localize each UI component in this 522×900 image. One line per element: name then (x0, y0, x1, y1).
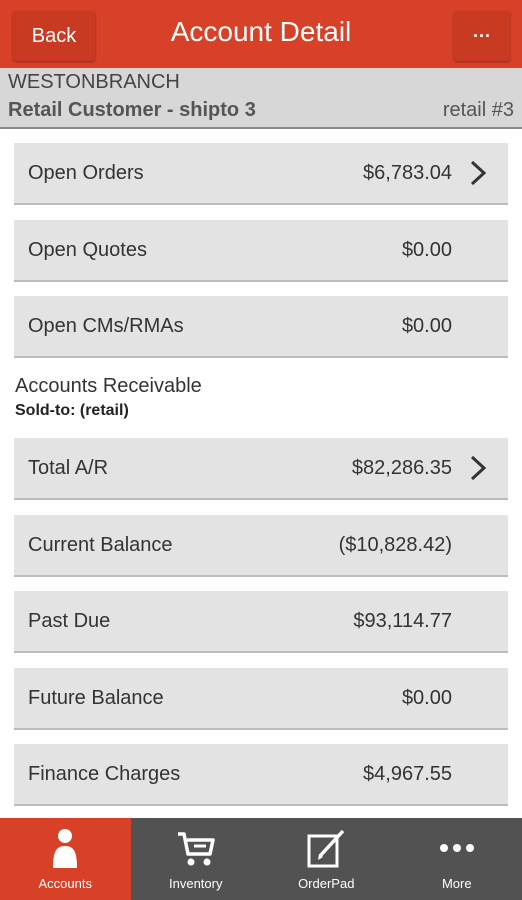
person-icon (53, 829, 78, 868)
row-total-ar[interactable]: Total A/R $82,286.35 (14, 438, 508, 500)
cart-icon (177, 832, 215, 866)
row-current-balance: Current Balance ($10,828.42) (14, 515, 508, 577)
row-label: Current Balance (28, 534, 173, 556)
more-dots-icon (439, 844, 474, 852)
row-value: $0.00 (401, 687, 452, 709)
row-open-orders[interactable]: Open Orders $6,783.04 (14, 143, 508, 205)
row-value: $6,783.04 (363, 162, 452, 184)
ar-section-title: Accounts Receivable (15, 375, 202, 397)
tab-label: OrderPad (298, 876, 355, 891)
row-value: $4,967.55 (363, 763, 452, 785)
chevron-right-icon (470, 455, 487, 481)
row-value: $93,114.77 (353, 610, 452, 632)
row-label: Past Due (28, 610, 111, 632)
row-label: Finance Charges (28, 763, 181, 785)
row-label: Total A/R (28, 457, 109, 479)
tab-more[interactable]: More (392, 818, 522, 900)
row-value: $0.00 (401, 315, 452, 337)
chevron-right-icon (470, 160, 487, 186)
tab-label: Inventory (169, 876, 223, 891)
tab-orderpad[interactable]: OrderPad (261, 818, 392, 900)
tab-accounts[interactable]: Accounts (0, 818, 131, 900)
row-label: Open CMs/RMAs (28, 315, 184, 337)
tab-label: More (441, 876, 472, 891)
row-label: Open Quotes (28, 239, 147, 261)
tab-inventory[interactable]: Inventory (131, 818, 262, 900)
row-past-due: Past Due $93,114.77 (14, 591, 508, 653)
bottom-tab-bar: Accounts Inventory OrderPad More (0, 818, 522, 900)
row-value: $82,286.35 (351, 457, 452, 479)
page-title: Account Detail (170, 16, 352, 47)
row-label: Future Balance (28, 687, 164, 709)
more-options-button[interactable]: ··· (454, 11, 510, 61)
branch-name: WESTONBRANCH (8, 71, 180, 93)
account-header: WESTONBRANCH Retail Customer - shipto 3 … (0, 68, 522, 129)
row-value: $0.00 (401, 239, 452, 261)
row-future-balance: Future Balance $0.00 (14, 668, 508, 730)
customer-name: Retail Customer - shipto 3 (8, 99, 256, 121)
row-finance-charges: Finance Charges $4,967.55 (14, 744, 508, 806)
edit-icon (307, 829, 345, 868)
row-open-cms-rmas: Open CMs/RMAs $0.00 (14, 296, 508, 358)
row-value: ($10,828.42) (338, 534, 452, 556)
top-nav-bar: Back Account Detail ··· (0, 0, 522, 68)
row-open-quotes: Open Quotes $0.00 (14, 220, 508, 282)
tab-label: Accounts (38, 876, 92, 891)
account-number: retail #3 (442, 99, 514, 121)
ar-section-subtitle: Sold-to: (retail) (15, 402, 129, 419)
row-label: Open Orders (28, 162, 144, 184)
